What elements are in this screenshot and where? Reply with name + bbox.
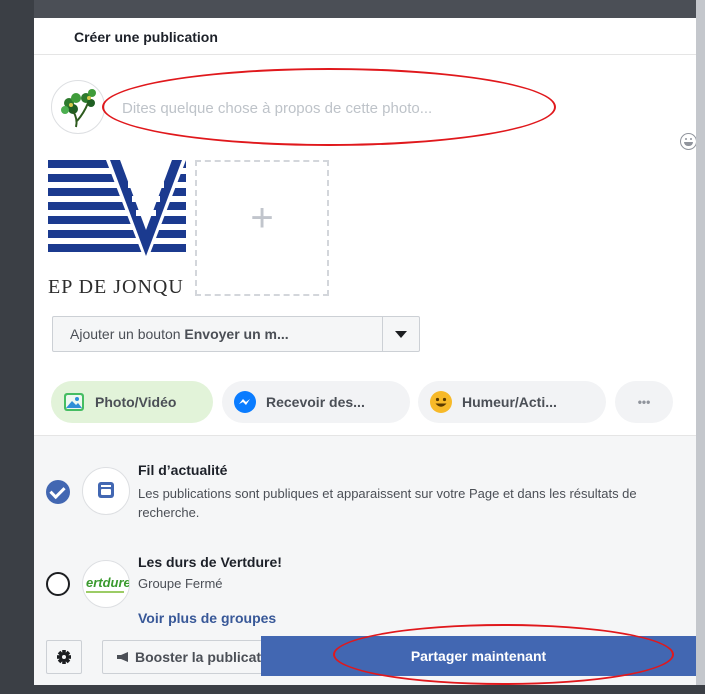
cta-label: Ajouter un bouton [70,326,181,342]
photo-video-button[interactable]: Photo/Vidéo [51,381,213,423]
messenger-icon [234,391,256,413]
thumbnail-caption: EP DE JONQU [48,276,184,298]
messenger-label: Recevoir des... [266,394,365,410]
megaphone-icon [117,652,128,662]
feed-checkbox[interactable] [46,480,70,504]
settings-button[interactable] [46,640,82,674]
window-frame-bottom [0,685,705,694]
add-button-dropdown[interactable]: Ajouter un bouton Envoyer un m... [53,317,383,351]
audience-section: Fil d’actualité Les publications sont pu… [34,435,696,685]
plus-icon: + [250,196,274,240]
gear-icon [57,650,71,664]
clover-logo-icon [61,89,96,128]
photo-icon [64,393,84,411]
share-now-button[interactable]: Partager maintenant [261,636,696,676]
feeling-activity-button[interactable]: Humeur/Acti... [418,381,606,423]
feeling-activity-label: Humeur/Acti... [462,394,557,410]
emoji-icon[interactable] [680,133,696,150]
window-frame-left [0,0,34,694]
see-more-groups-link[interactable]: Voir plus de groupes [138,610,276,626]
caret-down-icon[interactable] [383,317,419,351]
dialog-title: Créer une publication [74,29,218,45]
group-radio[interactable] [46,572,70,596]
feed-glyph-icon [98,482,114,498]
post-text-input[interactable] [120,94,594,122]
create-post-dialog: Créer une publication Dites quelque chos… [34,18,696,685]
photo-video-label: Photo/Vidéo [95,394,177,410]
call-to-action-selector: Ajouter un bouton Envoyer un m... [52,316,420,352]
group-avatar: ertdure [82,560,130,608]
feed-title: Fil d’actualité [138,462,228,478]
share-label: Partager maintenant [410,648,547,664]
attached-photo-thumbnail[interactable]: EP DE JONQU [48,160,186,300]
boost-label: Booster la publication [135,649,283,665]
group-logo-text: ertdure [86,575,130,590]
window-frame-right [696,0,705,694]
group-privacy: Groupe Fermé [138,576,223,591]
more-options-button[interactable]: ••• [615,381,673,423]
window-frame-top [0,0,705,18]
dialog-header: Créer une publication [34,18,696,55]
more-icon: ••• [637,395,651,409]
group-title: Les durs de Vertdure! [138,554,282,570]
group-logo-underline [86,591,124,593]
college-logo-image [48,160,186,264]
page-avatar [51,80,105,134]
messenger-button[interactable]: Recevoir des... [222,381,410,423]
smiley-icon [430,391,452,413]
add-photo-button[interactable]: + [195,160,329,296]
cta-value: Envoyer un m... [184,326,289,342]
feed-description: Les publications sont publiques et appar… [138,486,637,520]
news-feed-icon [82,467,130,515]
